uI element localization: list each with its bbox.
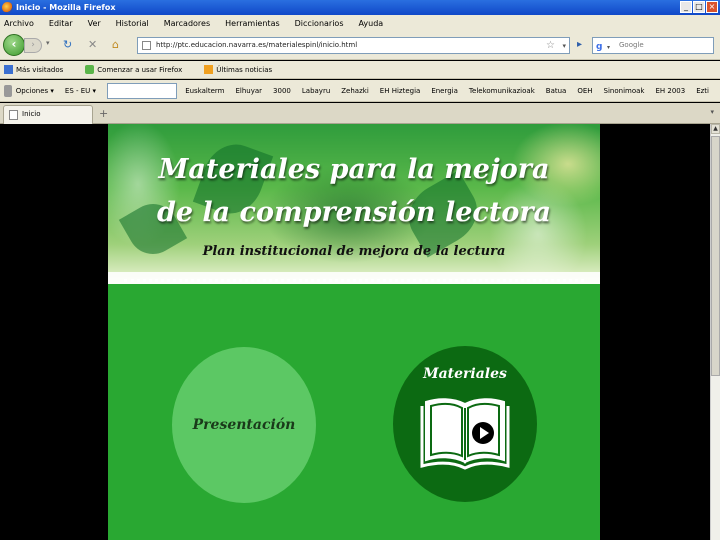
- bookmark-star-icon[interactable]: ☆: [546, 39, 555, 52]
- dict-eh-hiztegia[interactable]: EH Hiztegia: [380, 87, 421, 95]
- tab-strip: Inicio + ▾: [0, 103, 720, 124]
- dict-eh-2003[interactable]: EH 2003: [655, 87, 685, 95]
- page-content-area: Materiales para la mejora de la comprens…: [0, 124, 710, 540]
- dict-zehazki[interactable]: Zehazki: [341, 87, 369, 95]
- dict-energia[interactable]: Energia: [431, 87, 458, 95]
- menu-historial[interactable]: Historial: [116, 19, 149, 28]
- tab-label: Inicio: [22, 110, 41, 118]
- url-dropdown-icon[interactable]: ▾: [562, 39, 566, 54]
- dict-elhuyar[interactable]: Elhuyar: [235, 87, 262, 95]
- page-title-line1: Materiales para la mejora: [158, 154, 550, 185]
- dotted-divider: [124, 279, 584, 283]
- close-button[interactable]: ×: [706, 1, 718, 13]
- materials-button[interactable]: Materiales: [393, 346, 537, 502]
- language-dropdown[interactable]: ES - EU ▾: [65, 87, 96, 95]
- toolbar-logo-icon: [4, 84, 12, 97]
- bookmark-label: Más visitados: [16, 65, 64, 74]
- web-page: Materiales para la mejora de la comprens…: [108, 124, 600, 540]
- back-arrow-icon[interactable]: ‹: [3, 34, 25, 56]
- dict-telekomunikazioak[interactable]: Telekomunikazioak: [469, 87, 535, 95]
- new-tab-icon[interactable]: +: [99, 108, 108, 120]
- minimize-button[interactable]: _: [680, 1, 692, 13]
- home-icon[interactable]: ⌂: [112, 39, 119, 51]
- firefox-icon: [2, 2, 13, 13]
- menu-diccionarios[interactable]: Diccionarios: [295, 19, 344, 28]
- dict-ezti[interactable]: Ezti: [696, 87, 709, 95]
- history-dropdown-icon[interactable]: ▾: [46, 39, 50, 47]
- menu-archivo[interactable]: Archivo: [4, 19, 34, 28]
- dict-oeh[interactable]: OEH: [577, 87, 592, 95]
- options-label: Opciones: [15, 86, 49, 95]
- bookmark-folder-icon: [4, 65, 13, 74]
- dict-sinonimoak[interactable]: Sinonimoak: [604, 87, 645, 95]
- page-favicon-icon: [9, 110, 18, 120]
- presentation-label: Presentación: [192, 417, 296, 433]
- stop-icon[interactable]: ✕: [88, 39, 97, 51]
- options-dropdown[interactable]: Opciones ▾: [16, 87, 54, 95]
- window-title: Inicio - Mozilla Firefox: [16, 3, 116, 12]
- forward-arrow-icon[interactable]: ›: [24, 38, 42, 53]
- scroll-up-icon[interactable]: ▲: [711, 124, 720, 134]
- google-icon[interactable]: g: [596, 40, 602, 55]
- menu-ver[interactable]: Ver: [88, 19, 101, 28]
- menu-ayuda[interactable]: Ayuda: [358, 19, 383, 28]
- dict-3000[interactable]: 3000: [273, 87, 291, 95]
- menu-herramientas[interactable]: Herramientas: [225, 19, 280, 28]
- page-title-line2: de la comprensión lectora: [156, 197, 552, 228]
- tab-list-icon[interactable]: ▾: [710, 108, 714, 116]
- dict-batua[interactable]: Batua: [546, 87, 567, 95]
- site-identity-icon[interactable]: [142, 41, 151, 50]
- page-subtitle: Plan institucional de mejora de la lectu…: [202, 244, 506, 259]
- navigation-toolbar: ‹ › ▾ ↻ ✕ ⌂ http://ptc.educacion.navarra…: [0, 31, 720, 60]
- scrollbar-thumb[interactable]: [711, 136, 720, 376]
- url-text: http://ptc.educacion.navarra.es/material…: [156, 41, 358, 49]
- bookmark-page-icon: [85, 65, 95, 74]
- tab-inicio[interactable]: Inicio: [3, 105, 93, 124]
- search-input[interactable]: g ▾ Google: [592, 37, 714, 54]
- header-banner: Materiales para la mejora de la comprens…: [108, 124, 600, 284]
- bookmarks-toolbar: Más visitados Comenzar a usar Firefox Úl…: [0, 61, 720, 79]
- presentation-button[interactable]: Presentación: [172, 347, 316, 503]
- menu-marcadores[interactable]: Marcadores: [164, 19, 210, 28]
- maximize-button[interactable]: □: [693, 1, 705, 13]
- url-input[interactable]: http://ptc.educacion.navarra.es/material…: [137, 37, 570, 54]
- bookmark-comenzar[interactable]: Comenzar a usar Firefox: [85, 65, 182, 74]
- dictionary-toolbar: Opciones ▾ ES - EU ▾ Euskalterm Elhuyar …: [0, 80, 720, 102]
- bookmark-mas-visitados[interactable]: Más visitados: [4, 65, 63, 74]
- dict-euskalterm[interactable]: Euskalterm: [185, 87, 224, 95]
- window-titlebar: Inicio - Mozilla Firefox _ □ ×: [0, 0, 720, 15]
- menu-bar: Archivo Editar Ver Historial Marcadores …: [0, 15, 720, 31]
- vertical-scrollbar[interactable]: ▲: [710, 124, 720, 540]
- bookmark-ultimas-noticias[interactable]: Últimas noticias: [204, 65, 272, 74]
- go-icon[interactable]: ▸: [577, 39, 582, 50]
- dictionary-search-input[interactable]: [107, 82, 178, 99]
- menu-editar[interactable]: Editar: [49, 19, 73, 28]
- open-book-icon: [420, 398, 510, 470]
- materials-label: Materiales: [423, 366, 507, 382]
- search-engine-dropdown-icon[interactable]: ▾: [607, 40, 610, 55]
- bookmark-label: Últimas noticias: [216, 65, 273, 74]
- rss-feed-icon: [204, 65, 214, 74]
- reload-icon[interactable]: ↻: [63, 39, 72, 51]
- bookmark-label: Comenzar a usar Firefox: [97, 65, 183, 74]
- dict-labayru[interactable]: Labayru: [302, 87, 330, 95]
- window-controls: _ □ ×: [680, 1, 718, 13]
- search-placeholder: Google: [619, 41, 644, 49]
- language-label: ES - EU: [64, 86, 91, 95]
